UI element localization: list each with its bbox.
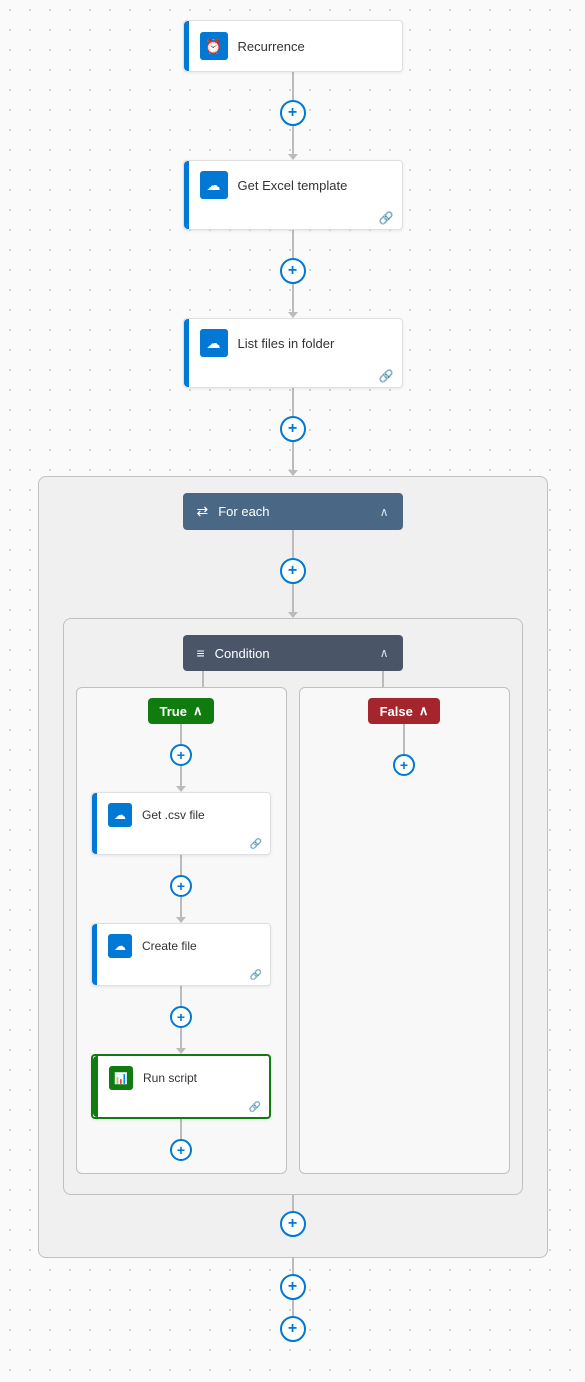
flow-canvas: ⏰ Recurrence + ☁ Get Excel template 🔗 + <box>0 0 585 1382</box>
recurrence-title: Recurrence <box>238 39 390 54</box>
recurrence-icon: ⏰ <box>200 32 228 60</box>
false-branch-connector <box>403 724 405 754</box>
connector-1b <box>292 126 294 154</box>
condition-chevron: ∧ <box>380 646 389 660</box>
connector-7 <box>292 1300 294 1316</box>
create-file-link-icon: 🔗 <box>250 970 262 981</box>
create-file-icon: ☁ <box>108 934 132 958</box>
add-btn-false-1[interactable]: + <box>393 754 415 776</box>
true-branch-header[interactable]: True ∧ <box>148 698 215 724</box>
true-label: True <box>160 704 187 719</box>
add-btn-1[interactable]: + <box>280 100 306 126</box>
get-excel-link-icon: 🔗 <box>379 211 394 225</box>
branch-connector-3 <box>180 986 182 1006</box>
get-csv-link-icon: 🔗 <box>250 839 262 850</box>
connector-3 <box>292 388 294 416</box>
recurrence-step: ⏰ Recurrence <box>0 20 585 72</box>
connector-6 <box>292 1258 294 1274</box>
add-btn-3[interactable]: + <box>280 416 306 442</box>
get-csv-card[interactable]: ☁ Get .csv file 🔗 <box>91 792 271 855</box>
get-excel-title: Get Excel template <box>238 178 390 193</box>
connector-5 <box>292 1195 294 1211</box>
condition-card[interactable]: ≡ Condition ∧ <box>183 635 403 671</box>
false-chevron: ∧ <box>419 703 429 719</box>
add-btn-true-1[interactable]: + <box>170 744 192 766</box>
branch-connector-2 <box>180 855 182 875</box>
false-branch-header[interactable]: False ∧ <box>368 698 441 724</box>
branch-connector-3b <box>180 1028 182 1048</box>
get-csv-title: Get .csv file <box>142 808 262 822</box>
foreach-title: For each <box>218 504 269 519</box>
connector-3b <box>292 442 294 470</box>
run-script-link-icon: 🔗 <box>249 1102 261 1113</box>
get-csv-icon: ☁ <box>108 803 132 827</box>
create-file-title: Create file <box>142 939 262 953</box>
connector-2 <box>292 230 294 258</box>
run-script-icon: 📊 <box>109 1066 133 1090</box>
run-script-title: Run script <box>143 1071 261 1085</box>
foreach-chevron: ∧ <box>380 505 389 519</box>
connector-4 <box>292 530 294 558</box>
add-btn-true-3[interactable]: + <box>170 1006 192 1028</box>
true-chevron: ∧ <box>193 703 203 719</box>
branch-connector-1 <box>180 724 182 744</box>
branch-connector-2b <box>180 897 182 917</box>
list-files-title: List files in folder <box>238 336 390 351</box>
add-btn-4[interactable]: + <box>280 558 306 584</box>
foreach-card[interactable]: ⇄ For each ∧ <box>183 493 403 530</box>
add-btn-6[interactable]: + <box>280 1274 306 1300</box>
true-branch: True ∧ + ☁ Get .csv file <box>76 687 287 1174</box>
branches-container: True ∧ + ☁ Get .csv file <box>76 687 510 1174</box>
foreach-icon: ⇄ <box>197 503 209 520</box>
list-files-step: ☁ List files in folder 🔗 <box>0 318 585 388</box>
get-excel-step: ☁ Get Excel template 🔗 <box>0 160 585 230</box>
run-script-card[interactable]: 📊 Run script 🔗 <box>91 1054 271 1119</box>
list-files-card[interactable]: ☁ List files in folder 🔗 <box>183 318 403 388</box>
connector-1 <box>292 72 294 100</box>
condition-title: Condition <box>215 646 270 661</box>
add-btn-2[interactable]: + <box>280 258 306 284</box>
branch-connector-4 <box>180 1119 182 1139</box>
condition-inner: ≡ Condition <box>197 645 270 661</box>
false-label: False <box>380 704 413 719</box>
get-excel-icon: ☁ <box>200 171 228 199</box>
condition-icon: ≡ <box>197 645 205 661</box>
add-btn-5[interactable]: + <box>280 1211 306 1237</box>
connector-4b <box>292 584 294 612</box>
add-btn-7[interactable]: + <box>280 1316 306 1342</box>
connector-2b <box>292 284 294 312</box>
false-branch: False ∧ + <box>299 687 510 1174</box>
list-files-icon: ☁ <box>200 329 228 357</box>
add-btn-true-4[interactable]: + <box>170 1139 192 1161</box>
get-excel-card[interactable]: ☁ Get Excel template 🔗 <box>183 160 403 230</box>
create-file-card[interactable]: ☁ Create file 🔗 <box>91 923 271 986</box>
condition-outer-container: ≡ Condition ∧ <box>63 618 523 1195</box>
foreach-inner: ⇄ For each <box>197 503 270 520</box>
recurrence-card[interactable]: ⏰ Recurrence <box>183 20 403 72</box>
foreach-outer-container: ⇄ For each ∧ + ≡ Condition ∧ <box>38 476 548 1258</box>
list-files-link-icon: 🔗 <box>379 369 394 383</box>
add-btn-true-2[interactable]: + <box>170 875 192 897</box>
branch-connector-1b <box>180 766 182 786</box>
